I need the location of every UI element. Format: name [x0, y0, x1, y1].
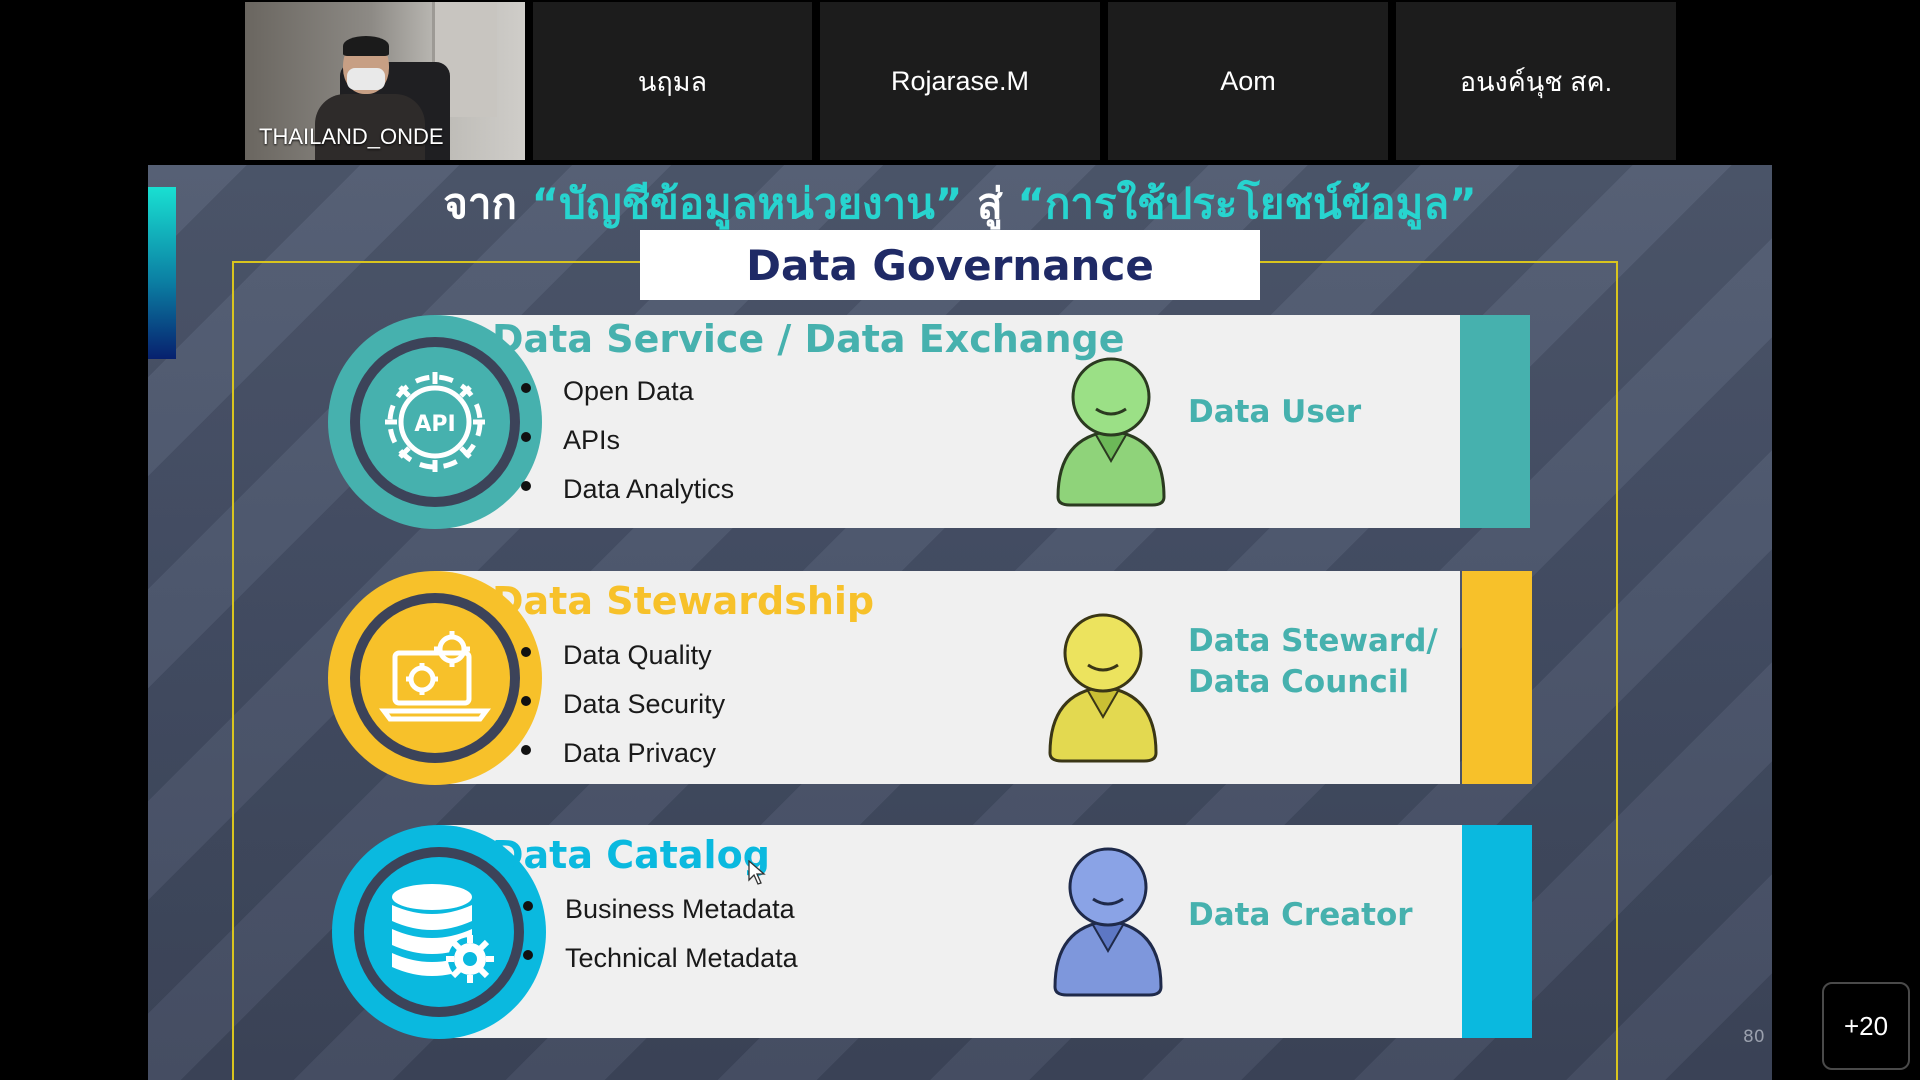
database-gear-icon — [364, 857, 514, 1007]
more-participants-count: +20 — [1843, 1010, 1889, 1041]
card-stripe — [1460, 315, 1530, 528]
participant-name: นฤมล — [637, 66, 708, 97]
role-label: Data User — [1188, 394, 1362, 430]
slide-page-number: 80 — [1743, 1027, 1765, 1047]
slide-title: จาก “บัญชีข้อมูลหน่วยงาน” สู่ “การใช้ประ… — [148, 171, 1772, 237]
list-item: Data Quality — [521, 635, 725, 684]
title-quote-1: “บัญชีข้อมูลหน่วยงาน” — [531, 179, 963, 228]
list-item: Technical Metadata — [523, 938, 798, 987]
row-data-service: API Data Service / Data Exchange Open Da… — [148, 315, 1772, 530]
card-stripe — [1462, 571, 1532, 784]
list-item: Data Security — [521, 684, 725, 733]
data-governance-box: Data Governance — [640, 230, 1260, 300]
bullet-list: Open Data APIs Data Analytics — [521, 371, 734, 518]
card-title: Data Service / Data Exchange — [492, 317, 1125, 361]
participant-tile[interactable]: Aom — [1108, 2, 1388, 160]
camera-person-hair — [343, 36, 389, 56]
list-item: Open Data — [521, 371, 734, 420]
shared-slide: จาก “บัญชีข้อมูลหน่วยงาน” สู่ “การใช้ประ… — [148, 165, 1772, 1080]
participant-tile[interactable]: นฤมล — [533, 2, 812, 160]
participant-tile-video[interactable]: THAILAND_ONDE — [245, 2, 525, 160]
bullet-list: Business Metadata Technical Metadata — [523, 889, 798, 987]
participant-name: อนงค์นุช สค. — [1459, 66, 1613, 97]
mouse-cursor-icon — [748, 860, 766, 885]
participant-name: Rojarase.M — [890, 65, 1030, 96]
list-item: Data Analytics — [521, 469, 734, 518]
list-item: APIs — [521, 420, 734, 469]
role-line: Data Council — [1188, 664, 1409, 700]
card-stripe — [1462, 825, 1532, 1038]
card-title: Data Catalog — [492, 833, 770, 877]
svg-text:API: API — [414, 412, 455, 437]
role-line: Data Steward/ — [1188, 623, 1438, 659]
laptop-gears-icon — [360, 603, 510, 753]
title-quote-2: “การใช้ประโยชน์ข้อมูล” — [1017, 179, 1477, 228]
more-participants-button[interactable]: +20 — [1822, 982, 1910, 1070]
participant-tile[interactable]: อนงค์นุช สค. — [1396, 2, 1676, 160]
person-avatar-icon — [1048, 613, 1158, 763]
title-prefix: จาก — [443, 179, 517, 228]
list-item: Data Privacy — [521, 733, 725, 782]
data-governance-title: Data Governance — [746, 240, 1154, 290]
role-label: Data Steward/ Data Council — [1188, 621, 1438, 703]
row-data-stewardship: Data Stewardship Data Quality Data Secur… — [148, 571, 1772, 786]
participant-name: Aom — [1220, 65, 1276, 96]
card-title: Data Stewardship — [492, 579, 875, 623]
bullet-list: Data Quality Data Security Data Privacy — [521, 635, 725, 782]
api-gear-icon: API — [360, 347, 510, 497]
participant-name: THAILAND_ONDE — [259, 124, 444, 149]
title-mid: สู่ — [977, 179, 1003, 228]
person-avatar-icon — [1056, 357, 1166, 507]
camera-person-mask — [347, 68, 385, 90]
row-data-catalog: Data Catalog Business Metadata Technical… — [148, 825, 1772, 1040]
list-item: Business Metadata — [523, 889, 798, 938]
person-avatar-icon — [1053, 847, 1163, 997]
role-label: Data Creator — [1188, 897, 1413, 933]
participant-tile[interactable]: Rojarase.M — [820, 2, 1100, 160]
